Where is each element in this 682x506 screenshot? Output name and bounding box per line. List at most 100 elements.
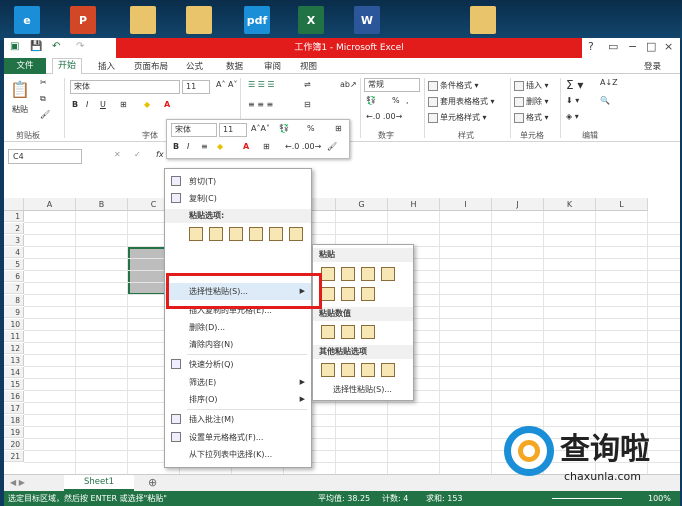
merge-icon[interactable]: ⊟ <box>304 100 311 109</box>
row-header[interactable]: 19 <box>4 427 24 438</box>
paste-formula-format-icon[interactable] <box>361 267 375 281</box>
format-cells-button[interactable]: 格式 ▾ <box>514 112 549 123</box>
number-format-select[interactable]: 常规 <box>364 78 420 92</box>
fx-button[interactable]: fx <box>156 150 164 159</box>
paste-formulas-icon[interactable] <box>341 267 355 281</box>
table-format-button[interactable]: 套用表格格式 ▾ <box>428 96 495 107</box>
row-header[interactable]: 8 <box>4 295 24 306</box>
row-header[interactable]: 1 <box>4 211 24 222</box>
mini-painter-icon[interactable]: 🖌 <box>327 142 337 151</box>
paste-option-icon[interactable] <box>189 227 203 241</box>
percent-button[interactable]: % <box>392 96 400 105</box>
column-header[interactable]: B <box>76 198 128 211</box>
menu-insert-comment[interactable]: 插入批注(M) <box>165 411 311 428</box>
mini-size-select[interactable]: 11 <box>219 123 247 137</box>
mini-currency-icon[interactable]: 💱 <box>279 124 289 133</box>
ie-icon[interactable]: e <box>14 6 40 34</box>
column-header[interactable]: L <box>596 198 648 211</box>
row-header[interactable]: 17 <box>4 403 24 414</box>
mini-font-select[interactable]: 宋体 <box>171 123 217 137</box>
cut-icon[interactable]: ✂ <box>40 78 47 87</box>
folder-icon[interactable] <box>470 6 496 34</box>
menu-clear[interactable]: 清除内容(N) <box>165 336 311 353</box>
row-header[interactable]: 15 <box>4 379 24 390</box>
help-button[interactable]: ? <box>588 40 594 53</box>
column-header[interactable]: K <box>544 198 596 211</box>
orientation-icon[interactable]: ab↗ <box>340 80 357 89</box>
menu-pick-list[interactable]: 从下拉列表中选择(K)... <box>165 446 311 463</box>
cond-format-button[interactable]: 条件格式 ▾ <box>428 80 479 91</box>
menu-cut[interactable]: 剪切(T) <box>165 173 311 190</box>
format-painter-icon[interactable]: 🖌 <box>40 110 50 119</box>
clear-icon[interactable]: ◈ ▾ <box>566 112 579 121</box>
column-header[interactable]: J <box>492 198 544 211</box>
enter-icon[interactable]: ✓ <box>134 150 141 159</box>
mini-italic-button[interactable]: I <box>187 142 189 151</box>
bold-button[interactable]: B <box>72 100 78 109</box>
folder-icon[interactable] <box>130 6 156 34</box>
save-icon[interactable]: 💾 <box>30 41 42 52</box>
login-link[interactable]: 登录 <box>644 60 661 72</box>
menu-format-cells[interactable]: 设置单元格格式(F)... <box>165 429 311 446</box>
minimize-button[interactable]: − <box>628 40 637 53</box>
sheet-nav-icon[interactable]: ◀ ▶ <box>10 478 25 487</box>
menu-quick-analysis[interactable]: 快速分析(Q) <box>165 356 311 373</box>
menu-copy[interactable]: 复制(C) <box>165 190 311 207</box>
sort-filter-icon[interactable]: A↓Z <box>600 78 618 87</box>
name-box[interactable]: C4 <box>8 149 82 164</box>
paste-icon[interactable] <box>321 267 335 281</box>
align-left-icon[interactable]: ≡ ≡ ≡ <box>248 100 273 109</box>
tab-layout[interactable]: 页面布局 <box>134 60 168 72</box>
row-header[interactable]: 13 <box>4 355 24 366</box>
close-button[interactable]: × <box>664 40 673 53</box>
row-header[interactable]: 21 <box>4 451 24 462</box>
tab-insert[interactable]: 插入 <box>98 60 115 72</box>
excel-icon[interactable]: X <box>298 6 324 34</box>
row-header[interactable]: 16 <box>4 391 24 402</box>
powerpoint-icon[interactable]: P <box>70 6 96 34</box>
mini-percent-button[interactable]: % <box>307 124 315 133</box>
cell-style-button[interactable]: 单元格样式 ▾ <box>428 112 487 123</box>
undo-icon[interactable]: ↶ <box>52 41 60 52</box>
paste-values-format-icon[interactable] <box>341 325 355 339</box>
tab-data[interactable]: 数据 <box>226 60 243 72</box>
menu-delete[interactable]: 删除(D)... <box>165 319 311 336</box>
mini-font-color-icon[interactable]: A <box>243 142 249 151</box>
row-header[interactable]: 12 <box>4 343 24 354</box>
row-header[interactable]: 3 <box>4 235 24 246</box>
mini-grow-font-icon[interactable]: A˄A˅ <box>251 124 270 133</box>
sheet-tab-sheet1[interactable]: Sheet1 <box>64 475 134 491</box>
maximize-button[interactable]: □ <box>646 40 656 53</box>
paste-values-icon[interactable] <box>321 325 335 339</box>
column-header[interactable]: H <box>388 198 440 211</box>
redo-icon[interactable]: ↷ <box>76 41 84 52</box>
autosum-icon[interactable]: Σ ▾ <box>566 78 583 92</box>
currency-icon[interactable]: 💱 <box>366 96 376 105</box>
paste-icon[interactable]: 📋 <box>10 80 30 99</box>
tab-review[interactable]: 审阅 <box>264 60 281 72</box>
menu-filter[interactable]: 筛选(E) ▶ <box>165 374 311 391</box>
folder-icon[interactable] <box>186 6 212 34</box>
paste-linked-picture-icon[interactable] <box>381 363 395 377</box>
paste-values-source-icon[interactable] <box>361 325 375 339</box>
row-header[interactable]: 2 <box>4 223 24 234</box>
paste-picture-icon[interactable] <box>361 363 375 377</box>
find-icon[interactable]: 🔍 <box>600 96 610 105</box>
paste-formatting-icon[interactable] <box>321 363 335 377</box>
paste-transpose-icon[interactable] <box>361 287 375 301</box>
paste-option-icon[interactable] <box>209 227 223 241</box>
paste-col-width-icon[interactable] <box>341 287 355 301</box>
paste-keep-source-icon[interactable] <box>381 267 395 281</box>
submenu-paste-special[interactable]: 选择性粘贴(S)... <box>333 384 392 395</box>
font-size-select[interactable]: 11 <box>182 80 210 94</box>
paste-button[interactable]: 粘贴 <box>12 104 28 115</box>
paste-option-icon[interactable] <box>249 227 263 241</box>
tab-formulas[interactable]: 公式 <box>186 60 203 72</box>
select-all-corner[interactable] <box>4 198 24 211</box>
row-header[interactable]: 20 <box>4 439 24 450</box>
paste-option-icon[interactable] <box>269 227 283 241</box>
pdf-icon[interactable]: pdf <box>244 6 270 34</box>
comma-button[interactable]: , <box>406 96 409 105</box>
tab-view[interactable]: 视图 <box>300 60 317 72</box>
row-header[interactable]: 14 <box>4 367 24 378</box>
